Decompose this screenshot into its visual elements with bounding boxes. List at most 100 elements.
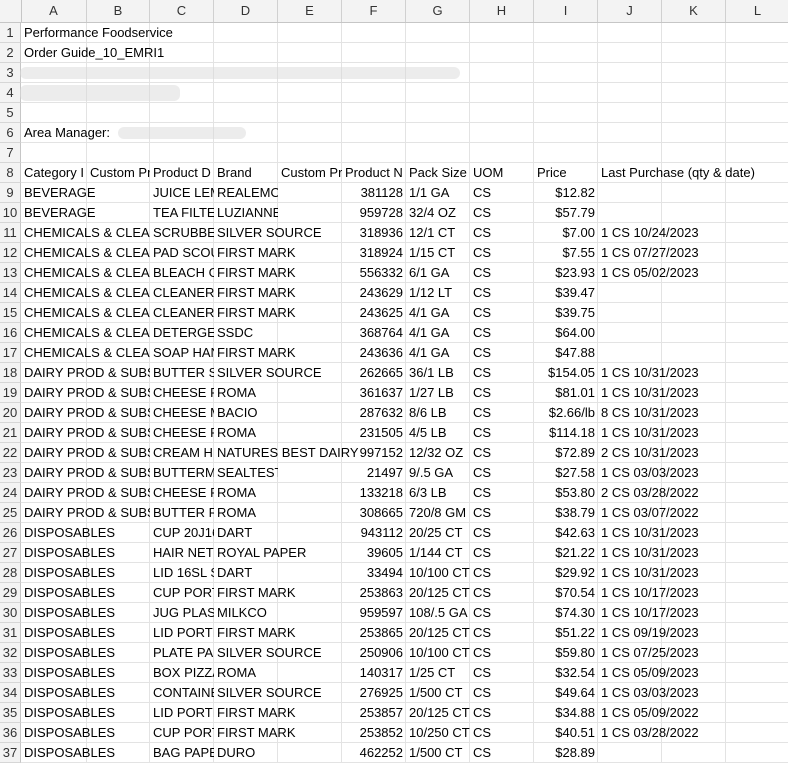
row-header[interactable]: 3	[0, 63, 21, 83]
cell-category[interactable]: DISPOSABLES	[21, 723, 150, 743]
cell-uom[interactable]: CS	[470, 563, 534, 583]
cell-uom[interactable]: CS	[470, 723, 534, 743]
cell-price[interactable]: $38.79	[534, 503, 598, 523]
cell-uom[interactable]: CS	[470, 483, 534, 503]
row-header[interactable]: 18	[0, 363, 21, 383]
cell-product-num[interactable]: 361637	[342, 383, 406, 403]
cell-pack-size[interactable]: 6/3 LB	[406, 483, 470, 503]
cell-category[interactable]: DISPOSABLES	[21, 603, 150, 623]
cell-uom[interactable]: CS	[470, 743, 534, 763]
cell-uom[interactable]: CS	[470, 243, 534, 263]
cell-product-num[interactable]: 318924	[342, 243, 406, 263]
cell-brand[interactable]: DART	[214, 563, 278, 583]
row-header[interactable]: 6	[0, 123, 21, 143]
cell-price[interactable]: $42.63	[534, 523, 598, 543]
cell-pack-size[interactable]: 10/250 CT	[406, 723, 470, 743]
cell-price[interactable]: $23.93	[534, 263, 598, 283]
cell-uom[interactable]: CS	[470, 523, 534, 543]
cell-price[interactable]: $154.05	[534, 363, 598, 383]
cell-pack-size[interactable]: 20/125 CT	[406, 623, 470, 643]
cell-brand[interactable]: ROMA	[214, 483, 278, 503]
cell-pack-size[interactable]: 4/1 GA	[406, 303, 470, 323]
cell-uom[interactable]: CS	[470, 343, 534, 363]
cell-uom[interactable]: CS	[470, 183, 534, 203]
cell-last-purchase[interactable]: 1 CS 10/31/2023	[598, 363, 788, 383]
cell-last-purchase[interactable]: 1 CS 10/31/2023	[598, 423, 788, 443]
cell-last-purchase[interactable]: 1 CS 10/31/2023	[598, 543, 788, 563]
cell-price[interactable]: $40.51	[534, 723, 598, 743]
cell-price[interactable]: $57.79	[534, 203, 598, 223]
column-header-f[interactable]: F	[342, 0, 406, 22]
cell-category[interactable]: DISPOSABLES	[21, 743, 150, 763]
cell-brand[interactable]: FIRST MARK	[214, 703, 342, 723]
cell-pack-size[interactable]: 6/1 GA	[406, 263, 470, 283]
cell-pack-size[interactable]: 9/.5 GA	[406, 463, 470, 483]
header-custom-1[interactable]: Custom Pr	[87, 163, 150, 183]
cell-uom[interactable]: CS	[470, 703, 534, 723]
row-header[interactable]: 2	[0, 43, 21, 63]
row-header[interactable]: 1	[0, 23, 21, 43]
cell-product-num[interactable]: 243636	[342, 343, 406, 363]
column-header-b[interactable]: B	[87, 0, 150, 22]
cell-pack-size[interactable]: 108/.5 GA	[406, 603, 470, 623]
cell-product-desc[interactable]: BUTTER SO	[150, 363, 214, 383]
cell-last-purchase[interactable]	[598, 303, 788, 323]
cell-brand[interactable]: ROMA	[214, 503, 278, 523]
cell-price[interactable]: $2.66/lb	[534, 403, 598, 423]
cell-product-num[interactable]: 318936	[342, 223, 406, 243]
cell-product-num[interactable]: 368764	[342, 323, 406, 343]
cell-price[interactable]: $114.18	[534, 423, 598, 443]
cell-last-purchase[interactable]	[598, 183, 788, 203]
cell-product-num[interactable]: 253865	[342, 623, 406, 643]
cell-category[interactable]: CHEMICALS & CLEAN	[21, 283, 150, 303]
cell-brand[interactable]: FIRST MARK	[214, 263, 342, 283]
cell-price[interactable]: $72.89	[534, 443, 598, 463]
cell-brand[interactable]: FIRST MARK	[214, 723, 342, 743]
cell-price[interactable]: $28.89	[534, 743, 598, 763]
cell-product-num[interactable]: 997152	[342, 443, 406, 463]
row-header[interactable]: 19	[0, 383, 21, 403]
cell-pack-size[interactable]: 4/1 GA	[406, 343, 470, 363]
row-header[interactable]: 7	[0, 143, 21, 163]
cell-pack-size[interactable]: 20/125 CT	[406, 583, 470, 603]
row-header[interactable]: 34	[0, 683, 21, 703]
cell-pack-size[interactable]: 1/500 CT	[406, 683, 470, 703]
cell-brand[interactable]: FIRST MARK	[214, 283, 342, 303]
cell-uom[interactable]: CS	[470, 583, 534, 603]
header-category[interactable]: Category I	[21, 163, 87, 183]
row-header[interactable]: 36	[0, 723, 21, 743]
row-header[interactable]: 37	[0, 743, 21, 763]
row-header[interactable]: 5	[0, 103, 21, 123]
cell-price[interactable]: $39.47	[534, 283, 598, 303]
cell-product-num[interactable]: 231505	[342, 423, 406, 443]
cell-product-num[interactable]: 133218	[342, 483, 406, 503]
row-header[interactable]: 32	[0, 643, 21, 663]
cell-category[interactable]: DAIRY PROD & SUBS	[21, 503, 150, 523]
cell-product-desc[interactable]: CHEESE M	[150, 403, 214, 423]
cell-price[interactable]: $64.00	[534, 323, 598, 343]
column-header-h[interactable]: H	[470, 0, 534, 22]
cell-last-purchase[interactable]: 1 CS 05/09/2022	[598, 703, 788, 723]
cell-category[interactable]: CHEMICALS & CLEAN	[21, 223, 150, 243]
row-header[interactable]: 26	[0, 523, 21, 543]
cell-product-num[interactable]: 462252	[342, 743, 406, 763]
cell-brand[interactable]: LUZIANNE	[214, 203, 278, 223]
row-header[interactable]: 24	[0, 483, 21, 503]
cell-category[interactable]: DISPOSABLES	[21, 543, 150, 563]
cell-uom[interactable]: CS	[470, 543, 534, 563]
row-header[interactable]: 11	[0, 223, 21, 243]
sheet-title-cell[interactable]: Performance Foodservice	[21, 23, 278, 43]
row-header[interactable]: 14	[0, 283, 21, 303]
cell-product-num[interactable]: 39605	[342, 543, 406, 563]
cell-brand[interactable]: FIRST MARK	[214, 303, 342, 323]
cell-price[interactable]: $34.88	[534, 703, 598, 723]
cell-product-desc[interactable]: BUTTER RE	[150, 503, 214, 523]
column-header-c[interactable]: C	[150, 0, 214, 22]
cell-pack-size[interactable]: 1/25 CT	[406, 663, 470, 683]
cell-pack-size[interactable]: 20/25 CT	[406, 523, 470, 543]
cell-product-num[interactable]: 140317	[342, 663, 406, 683]
row-header[interactable]: 13	[0, 263, 21, 283]
cell-pack-size[interactable]: 1/15 CT	[406, 243, 470, 263]
row-header[interactable]: 31	[0, 623, 21, 643]
cell-category[interactable]: BEVERAGE	[21, 183, 150, 203]
